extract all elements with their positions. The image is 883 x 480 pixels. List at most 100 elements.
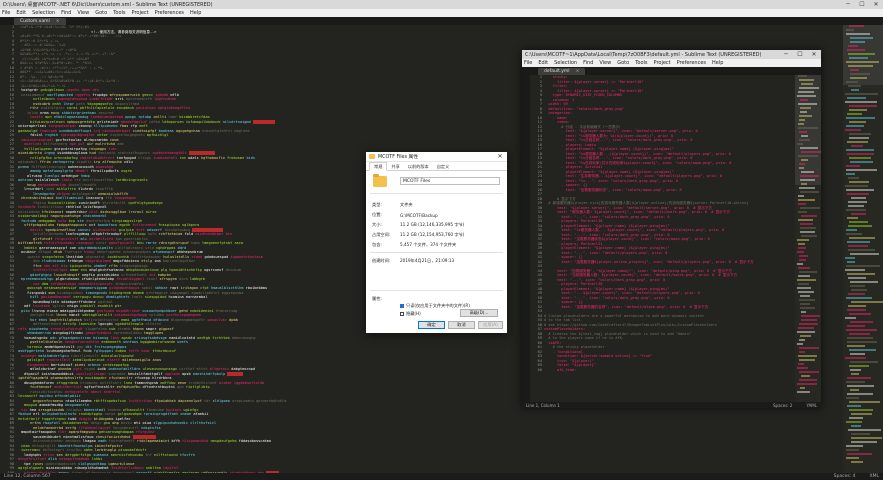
status-spaces[interactable]: Spaces: 2 xyxy=(773,403,792,408)
minimap-line xyxy=(799,115,813,117)
tab-default-yml[interactable]: default.yml × xyxy=(538,68,586,75)
menu-file[interactable]: File xyxy=(524,60,532,66)
line-number-gutter: 1 2 3 4 5 6 7 8 9 10 11 12 13 14 15 16 17 18 19 20 21 22 23 24 2… xyxy=(0,25,16,473)
close-icon[interactable]: ✕ xyxy=(869,1,883,8)
minimap-line xyxy=(799,323,818,325)
dialog-tab-2[interactable]: 以前的版本 xyxy=(404,163,433,170)
menu-selection[interactable]: Selection xyxy=(554,60,577,66)
menu-file[interactable]: File xyxy=(2,10,10,16)
second-title-bar[interactable]: C:\Users\MCOTF~1\AppData\Local\Temp\7zO0… xyxy=(522,50,821,59)
close-icon[interactable]: ✕ xyxy=(493,153,507,160)
menu-project[interactable]: Project xyxy=(654,60,671,66)
minimize-icon[interactable]: ─ xyxy=(841,1,855,8)
menu-view[interactable]: View xyxy=(77,10,89,16)
tab-custom-xaml[interactable]: Custom.xaml × xyxy=(14,18,66,25)
folder-name-input[interactable]: MCOTF Files xyxy=(400,177,500,185)
dialog-tab-0[interactable]: 常规 xyxy=(369,162,388,171)
dialog-tab-1[interactable]: 共享 xyxy=(387,163,403,170)
minimap-line xyxy=(848,181,870,183)
minimap-line xyxy=(850,433,871,435)
divider xyxy=(370,252,503,253)
minimap-line xyxy=(797,363,804,365)
cancel-button[interactable]: 取消 xyxy=(448,321,475,329)
minimap-line xyxy=(800,311,807,313)
minimap-line xyxy=(847,273,876,275)
minimap-line xyxy=(800,159,809,161)
tab-close-icon[interactable]: × xyxy=(56,19,60,24)
minimap-line xyxy=(847,85,862,87)
minimap-line xyxy=(846,169,878,171)
tab-close-icon[interactable]: × xyxy=(576,69,580,74)
menu-edit[interactable]: Edit xyxy=(538,60,548,66)
status-spaces[interactable]: Spaces: 4 xyxy=(834,474,856,479)
maximize-icon[interactable]: ☐ xyxy=(793,51,807,58)
minimap-line xyxy=(849,417,864,419)
hidden-checkbox[interactable] xyxy=(400,311,404,316)
minimap-line xyxy=(848,105,877,107)
dialog-title-bar[interactable]: MCOTF Files 属性 ✕ xyxy=(366,152,507,162)
minimap-line xyxy=(797,127,818,129)
main-title-bar[interactable]: D:\Users\ 桌面\MCOTF-.NET 6\Dic\Users\cust… xyxy=(0,0,883,9)
minimap[interactable] xyxy=(795,75,821,402)
menu-goto[interactable]: Goto xyxy=(617,60,629,66)
minimap-line xyxy=(849,281,878,283)
apply-button[interactable]: 应用(A) xyxy=(478,321,503,329)
menu-selection[interactable]: Selection xyxy=(32,10,55,16)
menu-preferences[interactable]: Preferences xyxy=(677,60,706,66)
code-area[interactable]: sticky: filter: ${player.server} == "Por… xyxy=(544,75,795,402)
minimap-line xyxy=(799,351,806,353)
menu-tools[interactable]: Tools xyxy=(635,60,647,66)
maximize-icon[interactable]: ☐ xyxy=(855,1,869,8)
minimap-line xyxy=(800,207,820,209)
menu-find[interactable]: Find xyxy=(61,10,71,16)
menu-find[interactable]: Find xyxy=(583,60,593,66)
minimap-line xyxy=(797,251,804,253)
minimap-line xyxy=(846,421,863,423)
minimap-line xyxy=(845,297,873,299)
second-window-title: C:\Users\MCOTF~1\AppData\Local\Temp\7zO0… xyxy=(525,51,762,58)
menu-help[interactable]: Help xyxy=(190,10,201,16)
minimap-line xyxy=(799,231,815,233)
property-row: 包含: 5,457 个文件，374 个文件夹 xyxy=(372,242,501,248)
menu-goto[interactable]: Goto xyxy=(95,10,107,16)
minimap-line xyxy=(845,33,871,35)
minimap-line xyxy=(798,267,811,269)
menu-project[interactable]: Project xyxy=(132,10,149,16)
code-line: afk_time: xyxy=(544,367,577,372)
minimap-line xyxy=(797,239,809,241)
minimap-line xyxy=(798,255,809,257)
minimap-line xyxy=(849,121,867,123)
minimap-line xyxy=(845,101,877,103)
minimap-line xyxy=(799,335,812,337)
minimap-line xyxy=(798,87,820,89)
general-tab-panel: MCOTF Files 类型: 文件夹 位置: G:\MCOTF\Backup 大小: 1… xyxy=(370,172,503,319)
minimap-line xyxy=(847,345,866,347)
readonly-checkbox[interactable] xyxy=(400,303,404,308)
minimap-line xyxy=(797,331,815,333)
menu-edit[interactable]: Edit xyxy=(16,10,26,16)
dialog-tab-3[interactable]: 自定义 xyxy=(433,163,454,170)
property-value: 11.2 GB (12,146,335,995 字节) xyxy=(400,222,465,227)
minimap-line xyxy=(850,69,860,71)
minimap-line xyxy=(848,137,869,139)
minimize-icon[interactable]: ─ xyxy=(779,51,793,58)
minimap-line xyxy=(845,149,874,151)
minimap-line xyxy=(849,409,874,411)
minimap-line xyxy=(845,93,879,95)
minimap-line xyxy=(799,379,818,381)
minimap-line xyxy=(799,271,817,273)
menu-help[interactable]: Help xyxy=(712,60,723,66)
advanced-button[interactable]: 高级(D)... xyxy=(460,309,498,317)
ok-button[interactable]: 确定 xyxy=(418,321,445,329)
minimap-line xyxy=(797,263,803,265)
status-syntax[interactable]: YAML xyxy=(806,403,817,408)
close-icon[interactable]: ✕ xyxy=(807,51,821,58)
property-value: 文件夹 xyxy=(400,202,413,207)
menu-preferences[interactable]: Preferences xyxy=(155,10,184,16)
property-label: 位置: xyxy=(372,212,382,217)
minimap[interactable] xyxy=(843,25,883,473)
menu-tools[interactable]: Tools xyxy=(113,10,125,16)
menu-view[interactable]: View xyxy=(599,60,611,66)
status-syntax[interactable]: XML xyxy=(870,474,879,479)
minimap-line xyxy=(846,377,872,379)
